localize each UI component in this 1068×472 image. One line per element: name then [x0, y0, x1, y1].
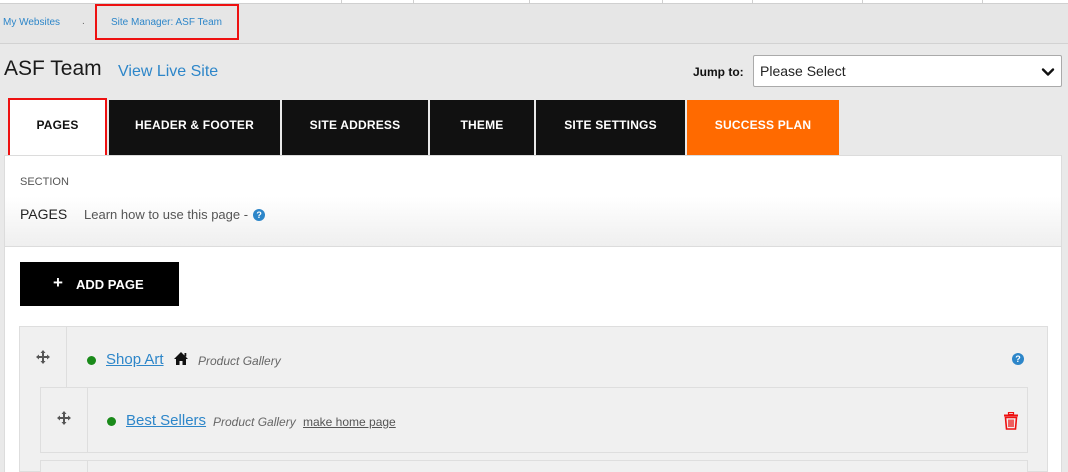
- page-link-shop-art[interactable]: Shop Art: [106, 351, 164, 368]
- drag-handle[interactable]: [41, 388, 88, 452]
- page-row-best-sellers: Best Sellers Product Gallery make home p…: [40, 387, 1028, 453]
- help-icon[interactable]: ?: [253, 209, 266, 221]
- add-page-label: ADD PAGE: [76, 277, 144, 292]
- help-icon[interactable]: ?: [1012, 353, 1024, 365]
- status-dot: [87, 356, 96, 365]
- jump-to-value: Please Select: [760, 63, 846, 79]
- status-dot: [107, 417, 116, 426]
- section-label: SECTION: [20, 176, 69, 188]
- highlight-box: [95, 4, 239, 40]
- pages-panel: + ADD PAGE Shop Art Product Gallery ? Be…: [4, 247, 1062, 472]
- tab-site-settings[interactable]: SITE SETTINGS: [536, 100, 685, 155]
- page-title: ASF Team: [4, 57, 102, 80]
- page-row: [40, 460, 1028, 472]
- section-help-text: Learn how to use this page -: [84, 207, 249, 222]
- move-icon: [36, 350, 50, 364]
- trash-icon[interactable]: [1003, 412, 1019, 430]
- jump-to-select[interactable]: Please Select: [753, 55, 1062, 87]
- view-live-site-link[interactable]: View Live Site: [118, 63, 218, 81]
- chevron-down-icon: [1041, 68, 1055, 76]
- tab-success-plan[interactable]: SUCCESS PLAN: [687, 100, 839, 155]
- breadcrumb-separator: .: [82, 16, 85, 27]
- make-home-page-link[interactable]: make home page: [303, 415, 396, 429]
- plus-icon: +: [53, 273, 63, 292]
- breadcrumb: My Websites . Site Manager: ASF Team: [0, 4, 1068, 44]
- move-icon: [57, 411, 71, 425]
- home-icon: [174, 352, 188, 365]
- drag-handle[interactable]: [20, 327, 67, 387]
- jump-to-label: Jump to:: [693, 65, 744, 79]
- tab-theme[interactable]: THEME: [430, 100, 534, 155]
- page-type: Product Gallery: [213, 415, 296, 429]
- page-link-best-sellers[interactable]: Best Sellers: [126, 412, 206, 429]
- page-row-shop-art: Shop Art Product Gallery ? Best Sellers …: [19, 326, 1048, 472]
- section-name: PAGES: [20, 206, 68, 222]
- section-header: SECTION PAGES Learn how to use this page…: [4, 155, 1062, 247]
- page-type: Product Gallery: [198, 354, 281, 368]
- tab-site-address[interactable]: SITE ADDRESS: [282, 100, 428, 155]
- tab-pages[interactable]: PAGES: [8, 98, 107, 158]
- site-manager-screen: My Websites . Site Manager: ASF Team ASF…: [0, 0, 1068, 472]
- tab-header-footer[interactable]: HEADER & FOOTER: [109, 100, 280, 155]
- add-page-button[interactable]: + ADD PAGE: [20, 262, 179, 306]
- section-help: Learn how to use this page -?: [84, 207, 266, 222]
- drag-handle[interactable]: [41, 461, 88, 472]
- breadcrumb-my-websites[interactable]: My Websites: [3, 17, 60, 28]
